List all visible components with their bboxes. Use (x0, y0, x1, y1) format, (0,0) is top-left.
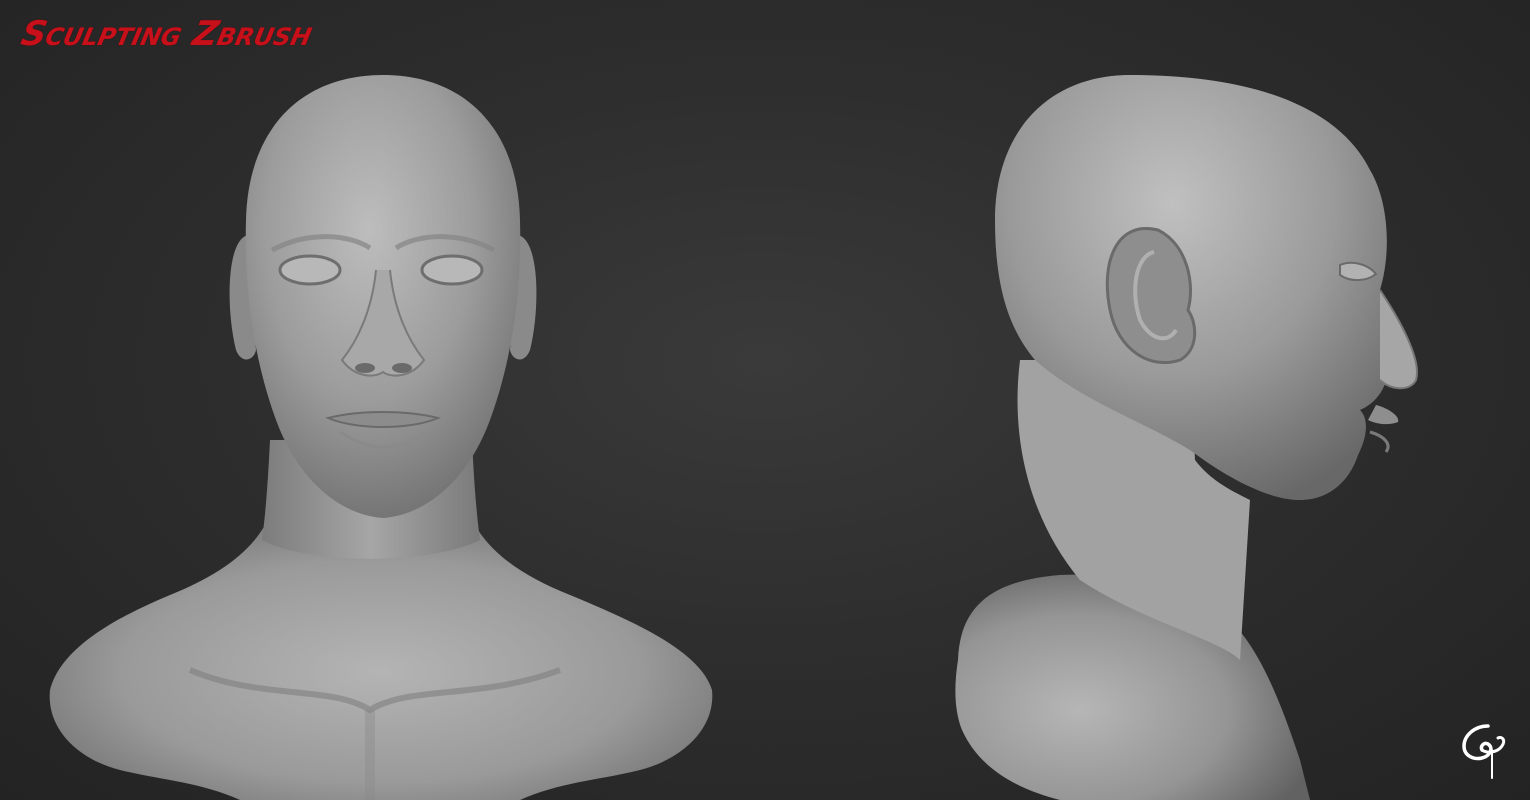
artist-signature-logo (1462, 724, 1506, 779)
side-view-bust-render (955, 75, 1418, 800)
front-view-bust-render (49, 75, 713, 800)
page-title: Sculpting Zbrush (17, 14, 316, 54)
